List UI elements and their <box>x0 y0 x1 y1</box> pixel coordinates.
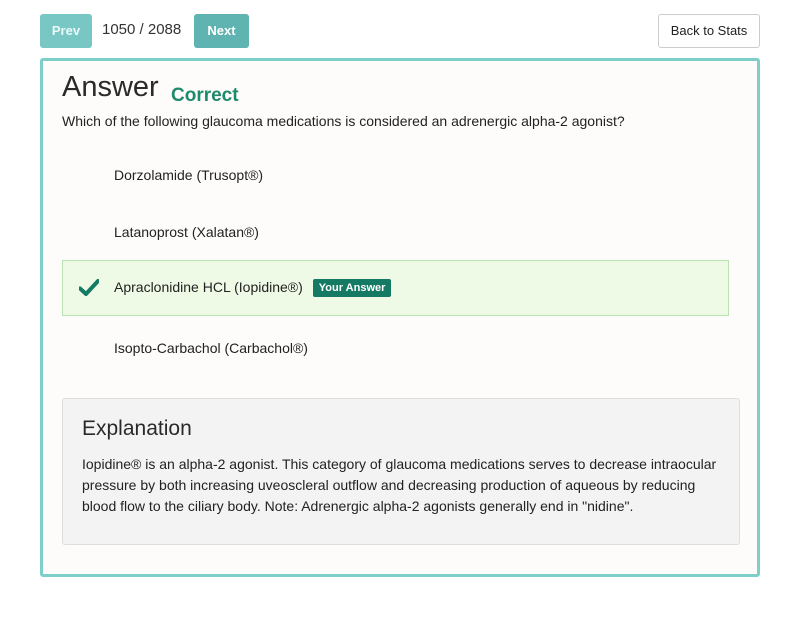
next-button[interactable]: Next <box>194 14 249 48</box>
explanation-panel: Explanation Iopidine® is an alpha-2 agon… <box>62 398 740 545</box>
explanation-text: Iopidine® is an alpha-2 agonist. This ca… <box>82 456 717 514</box>
answer-option-label: Isopto-Carbachol (Carbachol®) <box>114 340 308 356</box>
answer-option[interactable]: Dorzolamide (Trusopt®) <box>62 147 729 203</box>
answer-option[interactable]: Isopto-Carbachol (Carbachol®) <box>62 320 729 376</box>
answer-option-label: Dorzolamide (Trusopt®) <box>114 167 264 183</box>
question-text: Which of the following glaucoma medicati… <box>62 113 625 129</box>
navigation-bar: Prev 1050 / 2088 Next Back to Stats <box>40 14 760 48</box>
answer-option[interactable]: Latanoprost (Xalatan®) <box>62 204 729 260</box>
back-to-stats-button[interactable]: Back to Stats <box>658 14 760 48</box>
checkmark-icon <box>79 279 99 296</box>
your-answer-badge: Your Answer <box>312 279 392 297</box>
answer-option-label: Latanoprost (Xalatan®) <box>114 224 259 240</box>
prev-button[interactable]: Prev <box>40 14 92 48</box>
answer-option-text: Apraclonidine HCL (Iopidine®) <box>114 279 303 295</box>
answer-option-label: Apraclonidine HCL (Iopidine®) Your Answer <box>114 279 392 297</box>
answer-card: Answer Correct Which of the following gl… <box>40 58 760 577</box>
result-status: Correct <box>171 85 239 106</box>
question-counter: 1050 / 2088 <box>102 21 182 38</box>
answer-option-selected[interactable]: Apraclonidine HCL (Iopidine®) Your Answer <box>62 260 729 316</box>
explanation-title: Explanation <box>82 417 192 440</box>
answer-heading: Answer <box>62 71 159 103</box>
